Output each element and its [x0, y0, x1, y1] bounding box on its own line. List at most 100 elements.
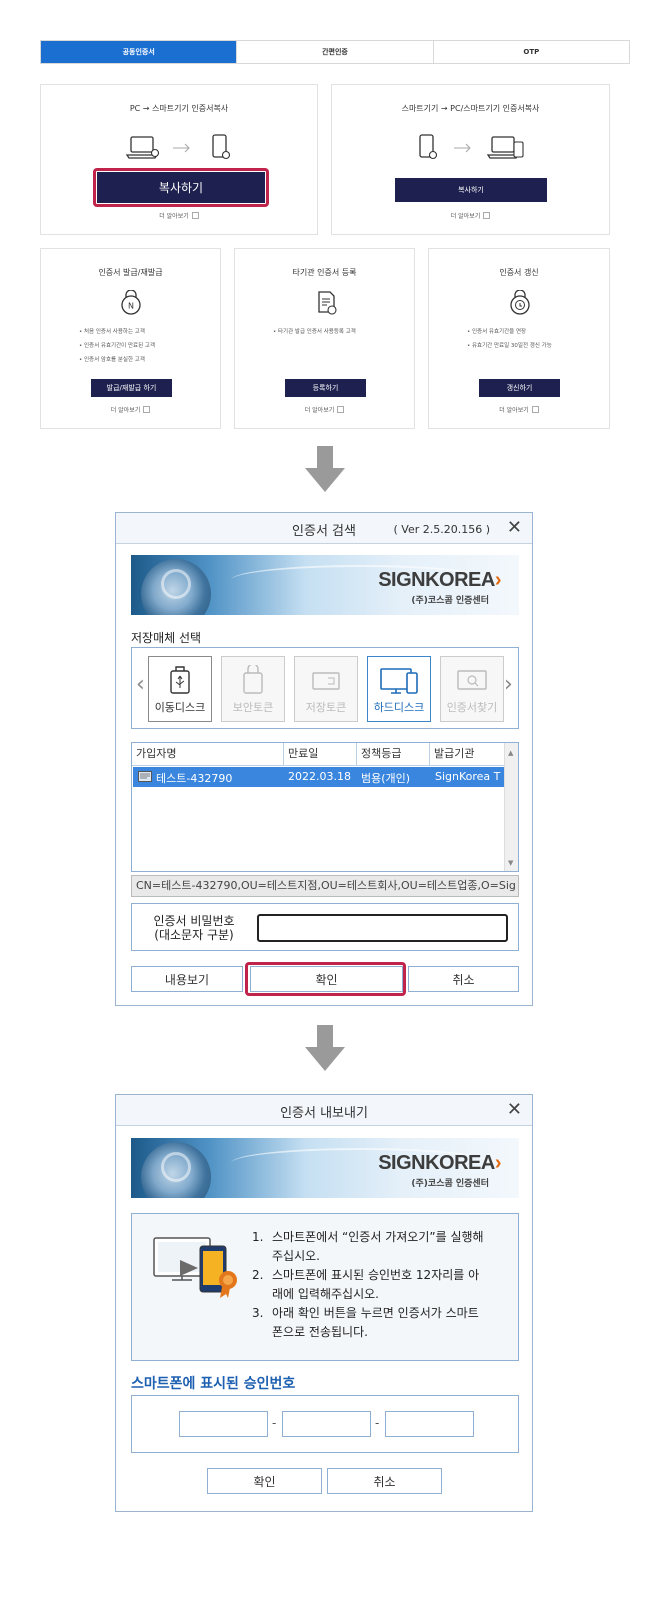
learn-more-link[interactable]: 더 알아보기 — [235, 405, 414, 414]
issue-reissue-card: 인증서 발급/재발급 N 처음 인증서 사용하는 고객 인증서 유효기간이 만료… — [40, 248, 221, 429]
version-label: ( Ver 2.5.20.156 ) — [393, 523, 490, 536]
copy-mobile-to-pc-card: 스마트기기 → PC/스마트기기 인증서복사 복사하기 더 알아보기 — [331, 84, 610, 235]
dialog-titlebar: 인증서 검색 ( Ver 2.5.20.156 ) ✕ — [116, 513, 532, 544]
password-section: 인증서 비밀번호 (대소문자 구분) — [131, 903, 519, 951]
media-removable-disk[interactable]: 이동디스크 — [148, 656, 212, 722]
instructions-box: 1. 스마트폰에서 “인증서 가져오기”를 실행해 주십시오. 2. 스마트폰에 표시… — [131, 1213, 519, 1361]
approval-code-input-2[interactable] — [282, 1411, 371, 1437]
learn-more-link[interactable]: 더 알아보기 — [429, 405, 609, 414]
register-button[interactable]: 등록하기 — [285, 379, 366, 397]
down-arrow-icon — [305, 1025, 345, 1071]
tab-otp[interactable]: OTP — [432, 41, 629, 63]
svg-text:N: N — [128, 302, 134, 311]
confirm-button[interactable]: 확인 — [207, 1468, 322, 1494]
usb-icon — [170, 666, 190, 694]
card-title: 인증서 갱신 — [499, 268, 539, 277]
token-icon — [243, 665, 263, 694]
approval-code-input-3[interactable] — [385, 1411, 474, 1437]
chevron-right-icon[interactable]: › — [504, 672, 513, 697]
find-certificate-icon — [457, 670, 487, 690]
media-label: 하드디스크 — [373, 701, 425, 714]
cert-export-dialog: 인증서 내보내기 ✕ SIGNKOREA› (주)코스콤 인증센터 1. 스마트폰… — [115, 1094, 533, 1512]
brand-subtitle: (주)코스콤 인증센터 — [411, 1179, 489, 1189]
view-details-button[interactable]: 내용보기 — [131, 966, 243, 992]
lock-n-icon: N — [121, 290, 141, 315]
brand-logo: SIGNKOREA› — [378, 569, 501, 591]
table-scrollbar[interactable]: ▲ ▼ — [504, 743, 518, 871]
column-header-name[interactable]: 가입자명 — [132, 743, 284, 765]
tab-joint-certificate[interactable]: 공동인증서 — [41, 41, 237, 63]
cancel-button[interactable]: 취소 — [327, 1468, 442, 1494]
media-label: 보안토큰 — [232, 701, 274, 714]
dash-separator: - — [272, 1416, 277, 1430]
checkbox-icon — [337, 406, 345, 413]
confirm-button-highlight — [245, 962, 406, 996]
storage-token-icon — [312, 672, 340, 690]
laptop-to-phone-icon — [125, 134, 231, 160]
checkbox-icon — [143, 406, 151, 413]
tab-simple-auth[interactable]: 간편인증 — [236, 41, 433, 63]
chevron-left-icon[interactable]: ‹ — [136, 672, 145, 697]
document-lock-icon — [318, 291, 337, 315]
renew-card: 인증서 갱신 인증서 유효기간을 연장 유효기간 만료일 30일전 갱신 가능 … — [428, 248, 610, 429]
cell-name: 테스트-432790 — [156, 772, 233, 785]
vault-dial-graphic — [161, 1152, 191, 1182]
cell-issuer: SignKorea T — [435, 770, 501, 783]
feature-list: 처음 인증서 사용하는 고객 인증서 유효기간이 만료된 고객 인증서 암호를 … — [79, 325, 155, 367]
instruction-list: 1. 스마트폰에서 “인증서 가져오기”를 실행해 주십시오. 2. 스마트폰에 표시… — [252, 1228, 514, 1342]
copy-button[interactable]: 복사하기 — [395, 178, 547, 202]
feature-item: 처음 인증서 사용하는 고객 — [79, 325, 155, 339]
phone-to-laptop-icon — [419, 134, 524, 160]
lock-renew-icon — [510, 290, 530, 315]
certificate-dn: CN=테스트-432790,OU=테스트지점,OU=테스트회사,OU=테스트업종… — [131, 875, 519, 897]
cancel-button[interactable]: 취소 — [408, 966, 519, 992]
instruction-item: 1. 스마트폰에서 “인증서 가져오기”를 실행해 주십시오. — [252, 1230, 484, 1263]
feature-item: 인증서 유효기간을 연장 — [467, 325, 552, 339]
checkbox-icon — [531, 406, 539, 413]
media-label: 저장토큰 — [305, 701, 347, 714]
media-selector: ‹ 이동디스크 보안토큰 저장토큰 하드디스크 인증서찾기 › — [131, 647, 519, 729]
pc-to-phone-transfer-icon — [153, 1237, 237, 1298]
brand-logo: SIGNKOREA› — [378, 1152, 501, 1174]
signkorea-banner: SIGNKOREA› (주)코스콤 인증센터 — [131, 1138, 519, 1198]
learn-more-link[interactable]: 더 알아보기 — [332, 211, 609, 220]
close-icon[interactable]: ✕ — [507, 517, 522, 538]
feature-item: 인증서 암호를 분실한 고객 — [79, 353, 155, 367]
table-row[interactable]: 테스트-432790 2022.03.18 범용(개인) SignKorea T — [133, 767, 505, 787]
issue-reissue-button[interactable]: 발급/재발급 하기 — [91, 379, 172, 397]
instruction-item: 3. 아래 확인 버튼을 누르면 인증서가 스마트 폰으로 전송됩니다. — [252, 1306, 479, 1339]
approval-code-box: - - — [131, 1395, 519, 1453]
feature-item: 유효기간 만료일 30일전 갱신 가능 — [467, 339, 552, 353]
learn-more-link[interactable]: 더 알아보기 — [41, 211, 317, 220]
media-label: 인증서찾기 — [446, 701, 498, 714]
password-input[interactable] — [257, 914, 508, 942]
approval-number-title: 스마트폰에 표시된 승인번호 — [131, 1376, 296, 1392]
dialog-title: 인증서 내보내기 — [280, 1106, 368, 1121]
dialog-titlebar: 인증서 내보내기 ✕ — [116, 1095, 532, 1126]
dash-separator: - — [375, 1416, 380, 1430]
media-hard-disk[interactable]: 하드디스크 — [367, 656, 431, 722]
media-security-token[interactable]: 보안토큰 — [221, 656, 285, 722]
monitor-icon — [380, 668, 418, 694]
certificate-table: 가입자명 만료일 정책등급 발급기관 테스트-432790 2022.03.18… — [131, 742, 519, 872]
auth-tabs: 공동인증서 간편인증 OTP — [40, 40, 630, 64]
renew-button[interactable]: 갱신하기 — [479, 379, 560, 397]
register-other-card: 타기관 인증서 등록 타기관 발급 인증서 사용등록 고객 등록하기 더 알아보… — [234, 248, 415, 429]
instruction-item: 2. 스마트폰에 표시된 승인번호 12자리를 아 래에 입력해주십시오. — [252, 1268, 480, 1301]
certificate-icon — [138, 771, 152, 782]
password-label: 인증서 비밀번호 (대소문자 구분) — [153, 914, 235, 942]
column-header-expiry[interactable]: 만료일 — [284, 743, 357, 765]
cert-search-dialog: 인증서 검색 ( Ver 2.5.20.156 ) ✕ SIGNKOREA› (… — [115, 512, 533, 1006]
column-header-issuer[interactable]: 발급기관 — [430, 743, 506, 765]
cell-expiry: 2022.03.18 — [288, 770, 351, 783]
media-storage-token[interactable]: 저장토큰 — [294, 656, 358, 722]
signkorea-banner: SIGNKOREA› (주)코스콤 인증센터 — [131, 555, 519, 615]
approval-code-input-1[interactable] — [179, 1411, 268, 1437]
card-title: 타기관 인증서 등록 — [292, 268, 357, 277]
column-header-grade[interactable]: 정책등급 — [357, 743, 430, 765]
media-find-certificate[interactable]: 인증서찾기 — [440, 656, 504, 722]
card-title: 스마트기기 → PC/스마트기기 인증서복사 — [401, 104, 540, 113]
learn-more-link[interactable]: 더 알아보기 — [41, 405, 220, 414]
card-title: PC → 스마트기기 인증서복사 — [129, 104, 229, 113]
close-icon[interactable]: ✕ — [507, 1099, 522, 1120]
